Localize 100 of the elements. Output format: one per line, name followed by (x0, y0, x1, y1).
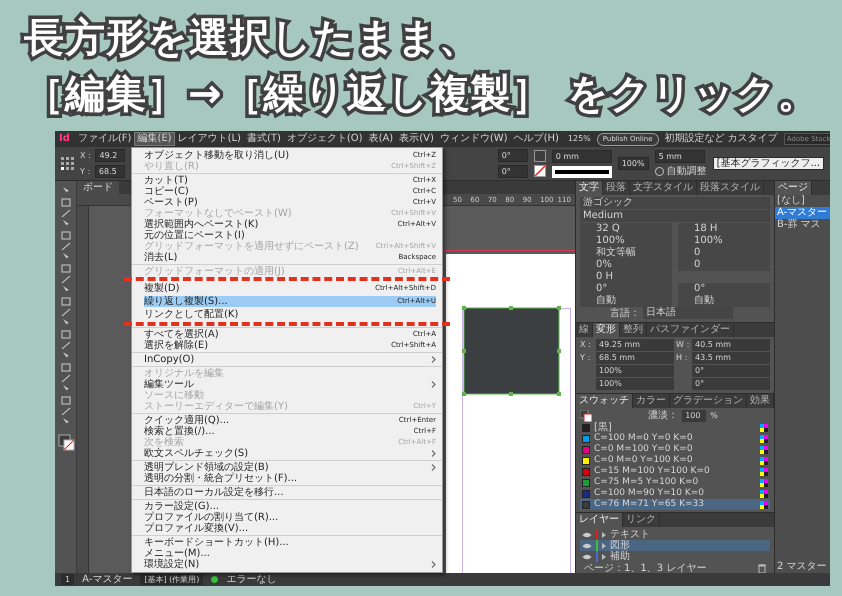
swatch-name: [黒] (594, 422, 613, 433)
x-position-field[interactable]: 49.2 (95, 149, 126, 162)
layer-summary: ページ：1、1、3 レイヤー (584, 562, 706, 574)
panel-tab[interactable]: 整列 (620, 323, 647, 337)
swatch-row[interactable]: C=0 M=100 Y=0 K=0 (580, 444, 770, 455)
cmyk-icon (760, 434, 768, 442)
panel-tab[interactable]: 段落スタイル (697, 181, 764, 195)
menu-item[interactable]: 透明ブレンド領域の設定(B) (132, 462, 442, 473)
stroke-weight-field[interactable]: 0 mm (552, 150, 612, 162)
master-page-item[interactable]: A-マスター (775, 207, 830, 219)
swatch-row[interactable]: [黒] (580, 422, 770, 433)
spacing-field[interactable]: 5 mm (654, 150, 705, 162)
value-field[interactable]: 100% (678, 235, 770, 247)
panel-tab[interactable]: 段落 (603, 181, 630, 195)
font-family-dropdown[interactable]: 游ゴシック (580, 197, 770, 209)
menu-item[interactable]: 環境設定(N) (132, 559, 442, 570)
menu-item[interactable]: 元の位置にペースト(I) (132, 230, 442, 241)
menu-item[interactable]: 欧文スペルチェック(S) (132, 448, 442, 459)
value-field[interactable]: 68.5 mm (596, 352, 674, 364)
auto-fit-checkbox[interactable] (654, 167, 664, 176)
menu-item[interactable]: プロファイル変換(V)... (132, 523, 442, 534)
menu-bar-item[interactable]: 編集(E) (134, 132, 175, 146)
menu-bar-item[interactable]: ファイル(F) (74, 132, 134, 146)
master-page-item[interactable]: [なし] (775, 195, 830, 207)
swatch-name: C=75 M=5 Y=100 K=0 (594, 477, 700, 488)
value-field[interactable]: 100% (580, 235, 672, 247)
value-field[interactable]: 和文等幅 (580, 247, 672, 259)
panel-tab[interactable]: パスファインダー (647, 323, 734, 337)
swatch-row[interactable]: C=75 M=5 Y=100 K=0 (580, 477, 770, 488)
zoom-level[interactable]: 125% (568, 134, 591, 144)
menu-bar-item[interactable]: 表(A) (366, 132, 396, 146)
panel-tab[interactable]: 効果 (747, 394, 774, 408)
menu-item[interactable]: 日本語のローカル設定を移行... (132, 487, 442, 498)
value-field[interactable]: 40.5 mm (692, 339, 770, 351)
menu-bar-item[interactable]: ヘルプ(H) (510, 132, 562, 146)
menu-bar-item[interactable]: ウィンドウ(W) (436, 132, 511, 146)
shear-field[interactable]: 0° (692, 378, 770, 390)
value-field[interactable]: 0% (580, 259, 672, 271)
panel-tab[interactable]: レイヤー (576, 513, 623, 527)
menu-item[interactable]: 編集ツール (132, 379, 442, 390)
panel-tab[interactable]: 文字スタイル (630, 181, 697, 195)
profile-label: [基本] (作業用) (140, 574, 204, 585)
value-field[interactable]: 43.5 mm (692, 352, 770, 364)
swatch-row[interactable]: C=100 M=90 Y=10 K=0 (580, 488, 770, 499)
menu-item[interactable]: プロファイルの割り当て(R)... (132, 512, 442, 523)
master-page-item[interactable]: B-罫 マス (775, 219, 830, 231)
trash-icon (758, 564, 766, 573)
font-style-dropdown[interactable]: Medium (580, 210, 770, 222)
object-style-dropdown[interactable]: [基本グラフィックフ... (712, 157, 824, 170)
angle-field[interactable]: 0° (498, 149, 528, 162)
angle-field[interactable]: 0° (498, 165, 528, 178)
checkbox-label: 自動調整 (666, 166, 707, 178)
document-tab[interactable]: ボード (77, 181, 119, 194)
swatch-name: C=15 M=100 Y=100 K=0 (594, 466, 711, 477)
panel-tab[interactable]: スウォッチ (576, 394, 633, 408)
panel-tab[interactable]: 文字 (576, 181, 603, 195)
value-field[interactable]: 32 Q (580, 223, 672, 235)
menu-bar-item[interactable]: 書式(T) (244, 132, 284, 146)
value-field[interactable]: 0 (678, 259, 770, 271)
value-field[interactable]: 18 H (678, 223, 770, 235)
menu-bar-item[interactable]: レイアウト(L) (174, 132, 244, 146)
menu-bar-item[interactable]: オブジェクト(O) (284, 132, 366, 146)
scale-y-field[interactable]: 100% (596, 378, 674, 390)
menu-item[interactable]: カラー設定(G)... (132, 501, 442, 512)
value-field[interactable]: 0° (580, 283, 672, 295)
scale-x-field[interactable]: 100% (596, 365, 674, 377)
panel-tab[interactable]: リンク (623, 513, 660, 527)
layer-row[interactable]: テキスト (580, 529, 770, 540)
value-field[interactable]: 自動 (580, 295, 672, 307)
value-field[interactable]: 自動 (678, 295, 770, 307)
panel-tab[interactable]: 変形 (593, 323, 620, 337)
panel-tab[interactable]: ページ (775, 181, 812, 195)
layer-name: 図形 (610, 540, 630, 550)
stroke-style-preview (552, 166, 612, 178)
swatch-row[interactable]: C=0 M=0 Y=100 K=0 (580, 455, 770, 466)
menu-bar-item[interactable]: 表示(V) (396, 132, 437, 146)
cmyk-icon (760, 490, 768, 498)
panel-tab[interactable]: カラー (633, 394, 670, 408)
tint-field[interactable]: 100 (682, 410, 706, 422)
language-dropdown[interactable]: 日本語 (643, 307, 733, 319)
value-field[interactable]: 49.25 mm (596, 339, 674, 351)
menu-item[interactable]: InCopy(O) (132, 354, 442, 365)
menu-item[interactable]: メニュー(M)... (132, 548, 442, 559)
layer-row[interactable]: 補助 (580, 551, 770, 562)
value-field[interactable]: 0 H (580, 271, 672, 283)
value-field[interactable]: 0 (678, 247, 770, 259)
opacity-field[interactable]: 100% (618, 157, 649, 170)
y-position-field[interactable]: 68.5 (94, 165, 125, 178)
preflight-status: エラーなし (226, 574, 276, 586)
swatch-row[interactable]: C=76 M=71 Y=65 K=33 (580, 499, 770, 510)
panel-tab[interactable]: グラデーション (670, 394, 747, 408)
value-field[interactable]: 0° (678, 283, 770, 295)
workspace-switcher[interactable]: 初期設定など カスタイプ (664, 133, 778, 145)
menu-item[interactable]: 透明の分割・統合プリセット(F)... (132, 473, 442, 484)
menu-item[interactable]: キーボードショートカット(H)... (132, 537, 442, 548)
rotate-field[interactable]: 0° (692, 365, 770, 377)
page-number-field[interactable]: 1 (61, 574, 74, 585)
swatch-row[interactable]: C=100 M=0 Y=0 K=0 (580, 433, 770, 444)
swatch-row[interactable]: C=15 M=100 Y=100 K=0 (580, 466, 770, 477)
layer-row[interactable]: 図形 (580, 540, 770, 551)
